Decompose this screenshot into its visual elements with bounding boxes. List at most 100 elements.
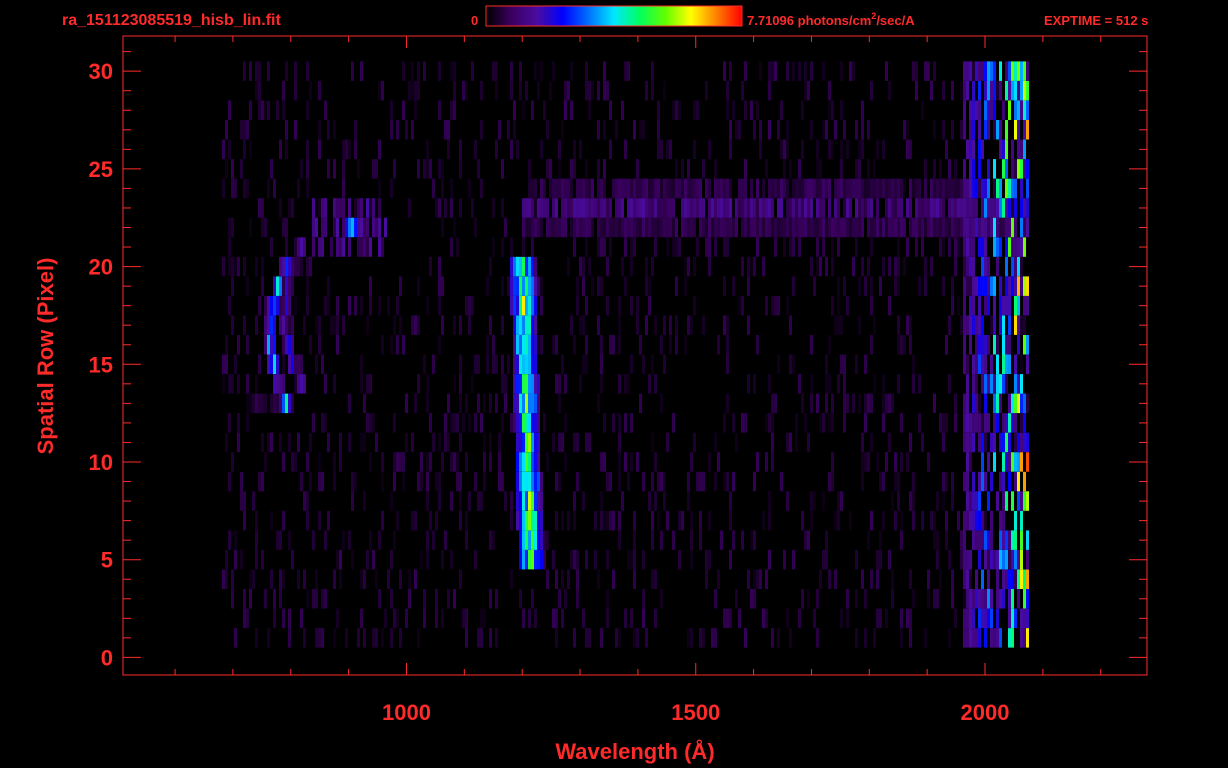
- heatmap-cell: [957, 295, 960, 316]
- heatmap-cell: [972, 237, 975, 257]
- heatmap-cell: [228, 295, 231, 316]
- heatmap-cell: [684, 276, 687, 296]
- heatmap-cell: [645, 315, 648, 335]
- heatmap-cell: [489, 589, 492, 609]
- heatmap-cell: [810, 374, 813, 394]
- heatmap-cell: [963, 276, 966, 296]
- heatmap-cell: [981, 530, 984, 550]
- heatmap-cell: [531, 432, 534, 453]
- heatmap-cell: [339, 569, 342, 589]
- heatmap-cell: [870, 217, 873, 238]
- heatmap-cell: [507, 120, 510, 140]
- heatmap-cell: [819, 178, 822, 199]
- heatmap-cell: [966, 569, 969, 589]
- heatmap-cell: [546, 159, 549, 179]
- heatmap-cell: [972, 139, 975, 160]
- heatmap-cell: [663, 471, 666, 492]
- heatmap-cell: [243, 178, 246, 199]
- heatmap-cell: [645, 198, 648, 218]
- heatmap-cell: [954, 237, 957, 257]
- heatmap-cell: [672, 217, 675, 238]
- heatmap-cell: [585, 354, 588, 374]
- heatmap-cell: [969, 589, 972, 609]
- heatmap-cell: [585, 237, 588, 257]
- heatmap-cell: [480, 628, 483, 648]
- heatmap-cell: [999, 432, 1002, 453]
- heatmap-cell: [1008, 335, 1011, 355]
- heatmap-cell: [243, 139, 246, 160]
- heatmap-cell: [915, 80, 918, 101]
- heatmap-cell: [978, 432, 981, 453]
- heatmap-cell: [519, 549, 522, 570]
- heatmap-cell: [975, 393, 978, 414]
- heatmap-cell: [993, 432, 996, 453]
- heatmap-cell: [963, 61, 966, 81]
- heatmap-cell: [762, 256, 765, 277]
- heatmap-cell: [828, 80, 831, 101]
- heatmap-cell: [414, 510, 417, 531]
- heatmap-cell: [279, 198, 282, 218]
- heatmap-cell: [327, 510, 330, 531]
- heatmap-cell: [522, 256, 525, 277]
- heatmap-cell: [405, 393, 408, 414]
- heatmap-cell: [663, 491, 666, 511]
- heatmap-cell: [225, 569, 228, 589]
- heatmap-cell: [327, 295, 330, 316]
- heatmap-cell: [657, 178, 660, 199]
- heatmap-cell: [360, 374, 363, 394]
- heatmap-cell: [522, 530, 525, 550]
- heatmap-cell: [663, 178, 666, 199]
- heatmap-cell: [984, 374, 987, 394]
- heatmap-cell: [528, 510, 531, 531]
- heatmap-cell: [858, 139, 861, 160]
- heatmap-cell: [240, 491, 243, 511]
- heatmap-cell: [966, 628, 969, 648]
- heatmap-cell: [438, 100, 441, 120]
- heatmap-cell: [990, 510, 993, 531]
- heatmap-cell: [666, 432, 669, 453]
- heatmap-cell: [378, 530, 381, 550]
- heatmap-cell: [1026, 393, 1029, 414]
- heatmap-cell: [762, 510, 765, 531]
- heatmap-cell: [498, 120, 501, 140]
- heatmap-cell: [633, 530, 636, 550]
- heatmap-cell: [789, 217, 792, 238]
- heatmap-cell: [285, 295, 288, 316]
- heatmap-cell: [606, 471, 609, 492]
- heatmap-cell: [330, 237, 333, 257]
- heatmap-cell: [912, 374, 915, 394]
- heatmap-cell: [333, 198, 336, 218]
- heatmap-cell: [675, 100, 678, 120]
- heatmap-cell: [495, 139, 498, 160]
- heatmap-cell: [495, 589, 498, 609]
- heatmap-cell: [726, 335, 729, 355]
- heatmap-cell: [777, 217, 780, 238]
- heatmap-cell: [603, 217, 606, 238]
- heatmap-cell: [657, 198, 660, 218]
- heatmap-cell: [858, 393, 861, 414]
- heatmap-cell: [345, 628, 348, 648]
- heatmap-cell: [837, 315, 840, 335]
- heatmap-cell: [729, 510, 732, 531]
- heatmap-cell: [651, 530, 654, 550]
- heatmap-cell: [720, 178, 723, 199]
- heatmap-cell: [435, 608, 438, 629]
- heatmap-cell: [1011, 237, 1014, 257]
- heatmap-cell: [231, 159, 234, 179]
- heatmap-cell: [261, 198, 264, 218]
- heatmap-cell: [972, 354, 975, 374]
- heatmap-cell: [675, 178, 678, 199]
- heatmap-cell: [963, 335, 966, 355]
- heatmap-cell: [663, 315, 666, 335]
- heatmap-cell: [840, 608, 843, 629]
- heatmap-cell: [690, 530, 693, 550]
- heatmap-cell: [402, 452, 405, 472]
- heatmap-cell: [246, 276, 249, 296]
- heatmap-cell: [969, 276, 972, 296]
- heatmap-cell: [621, 491, 624, 511]
- heatmap-cell: [780, 100, 783, 120]
- heatmap-cell: [843, 374, 846, 394]
- heatmap-cell: [261, 432, 264, 453]
- heatmap-cell: [789, 159, 792, 179]
- heatmap-cell: [963, 256, 966, 277]
